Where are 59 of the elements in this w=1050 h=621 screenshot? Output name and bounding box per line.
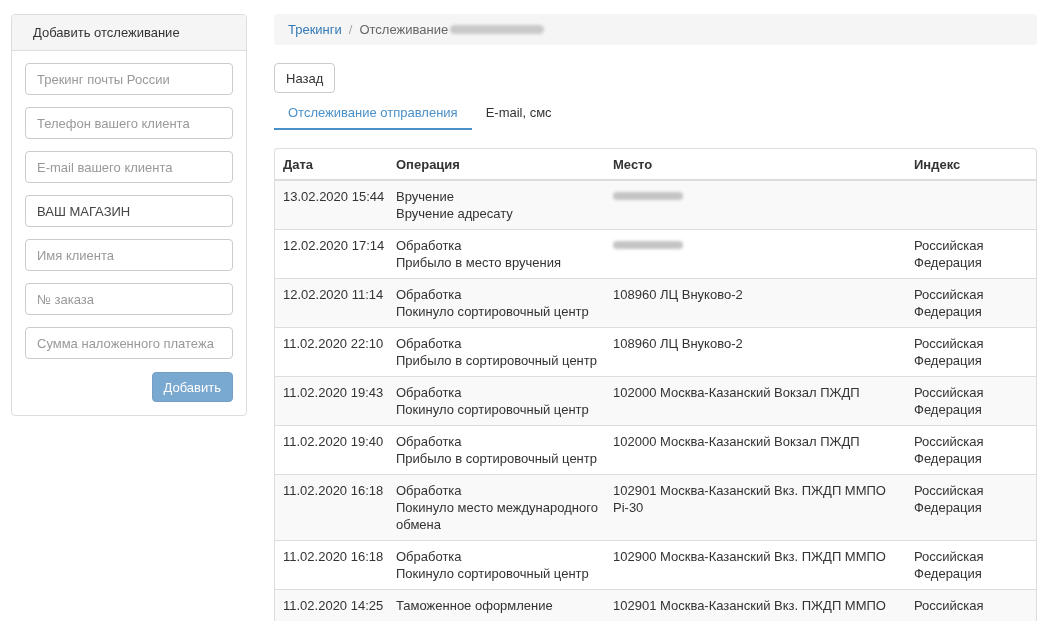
input-field[interactable]: № заказа [25,283,233,315]
index-cell-text: Российская Федерация [914,237,985,271]
operation-text: Обработка [396,237,463,254]
operation-text: Вручение [396,188,455,205]
place-cell-text: 102000 Москва-Казанский Вокзал ПЖДП [613,384,861,401]
date-cell: 12.02.2020 11:14 [283,287,384,302]
panel-title: Добавить отслеживание [33,24,180,41]
index-cell-text: Российская Федерация [914,548,985,582]
operation-text: Обработка [396,433,463,450]
tab[interactable]: E-mail, смс [471,96,566,130]
operation-description: Прибыло в сортировочный центр [396,352,598,369]
operation-description: Покинуло место международного обмена [396,499,599,533]
place-cell-text: 102000 Москва-Казанский Вокзал ПЖДП [613,433,861,450]
place-cell-text: 102901 Москва-Казанский Вкз. ПЖДП ММПО [613,597,887,614]
input-field[interactable]: Сумма наложенного платежа [25,327,233,359]
column-header: Дата [283,157,314,172]
breadcrumb-separator: / [347,21,354,38]
operation-text: Обработка [396,384,463,401]
place-cell-text: 102901 Москва-Казанский Вкз. ПЖДП ММПО Pi-30 [613,482,887,516]
operation-description: Покинуло сортировочный центр [396,401,590,418]
column-header: Место [613,157,653,172]
index-cell-text: Российская Федерация [914,482,985,516]
operation-description: Вручение адресату [396,205,514,222]
operation-text: Обработка [396,335,463,352]
operation-text: Обработка [396,286,463,303]
index-cell-text: Российская Федерация [914,286,985,320]
input-field[interactable]: ВАШ МАГАЗИН [25,195,233,227]
operation-description: Покинуло сортировочный центр [396,565,590,582]
input-field[interactable]: Имя клиента [25,239,233,271]
back-button[interactable]: Назад [274,63,336,93]
operation-text: Обработка [396,548,463,565]
operation-description: Покинуло сортировочный центр [396,303,590,320]
input-field[interactable]: Телефон вашего клиента [25,107,233,139]
column-header: Операция [396,157,460,172]
breadcrumb-link[interactable]: Трекинги [288,21,342,38]
input-field[interactable]: Трекинг почты России [25,63,233,95]
tab[interactable]: Отслеживание отправления [274,96,472,130]
operation-text: Обработка [396,482,463,499]
operation-description: Прибыло в сортировочный центр [396,450,598,467]
operation-description: Прибыло в место вручения [396,254,562,271]
index-cell-text: Российская Федерация [914,433,985,467]
date-cell: 11.02.2020 16:18 [283,549,384,564]
date-cell: 11.02.2020 16:18 [283,483,384,498]
column-header: Индекс [914,157,961,172]
place-cell-text: 102900 Москва-Казанский Вкз. ПЖДП ММПО [613,548,887,565]
date-cell: 11.02.2020 14:25 [283,598,384,613]
operation-text: Таможенное оформление [396,597,554,614]
index-cell-text: Российская [914,597,985,614]
place-cell-text: 108960 ЛЦ Внуково-2 [613,335,744,352]
date-cell: 11.02.2020 19:43 [283,385,384,400]
breadcrumb-current: Отслеживание [359,21,449,38]
index-cell-text: Российская Федерация [914,335,985,369]
date-cell: 11.02.2020 19:40 [283,434,384,449]
date-cell: 13.02.2020 15:44 [283,189,385,204]
place-cell-text: 108960 ЛЦ Внуково-2 [613,286,744,303]
input-field[interactable]: E-mail вашего клиента [25,151,233,183]
date-cell: 12.02.2020 17:14 [283,238,385,253]
index-cell-text: Российская Федерация [914,384,985,418]
date-cell: 11.02.2020 22:10 [283,336,384,351]
